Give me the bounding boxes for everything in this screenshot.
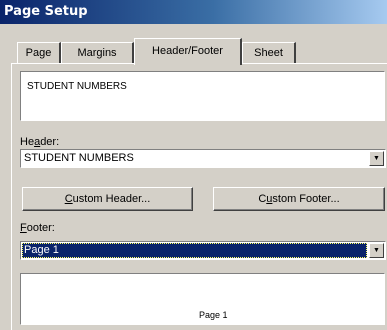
header-label: Header: <box>20 136 60 148</box>
footer-dropdown[interactable]: Page 1 ▼ <box>20 241 386 260</box>
chevron-down-icon[interactable]: ▼ <box>369 151 384 166</box>
window-title: Page Setup <box>0 0 387 24</box>
header-preview: STUDENT NUMBERS <box>20 71 385 121</box>
tab-header-footer[interactable]: Header/Footer <box>134 38 242 65</box>
header-preview-text: STUDENT NUMBERS <box>27 81 127 92</box>
chevron-down-icon[interactable]: ▼ <box>369 243 384 258</box>
tab-sheet[interactable]: Sheet <box>242 42 296 64</box>
footer-preview-text: Page 1 <box>199 310 228 320</box>
footer-preview: Page 1 <box>20 273 385 325</box>
tab-margins[interactable]: Margins <box>61 42 134 64</box>
footer-dropdown-value: Page 1 <box>22 243 367 258</box>
header-dropdown[interactable]: STUDENT NUMBERS ▼ <box>20 149 386 168</box>
custom-header-button[interactable]: Custom Header... <box>22 187 193 211</box>
footer-label: Footer: <box>20 222 55 234</box>
header-dropdown-value: STUDENT NUMBERS <box>24 152 134 164</box>
custom-footer-button[interactable]: Custom Footer... <box>213 187 385 211</box>
tab-page[interactable]: Page <box>17 42 61 64</box>
tab-strip: Page Margins Header/Footer Sheet <box>0 38 387 65</box>
